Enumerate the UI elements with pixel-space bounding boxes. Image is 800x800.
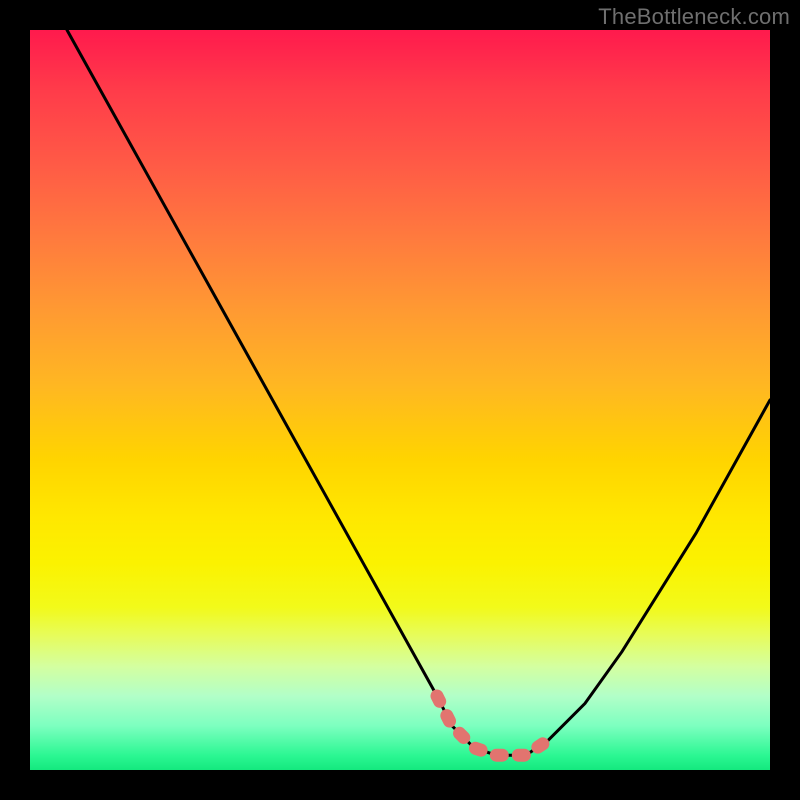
curve-svg [30,30,770,770]
optimal-range-highlight [437,696,548,755]
bottleneck-curve [67,30,770,755]
plot-area [30,30,770,770]
chart-frame: TheBottleneck.com [0,0,800,800]
watermark-text: TheBottleneck.com [598,4,790,30]
